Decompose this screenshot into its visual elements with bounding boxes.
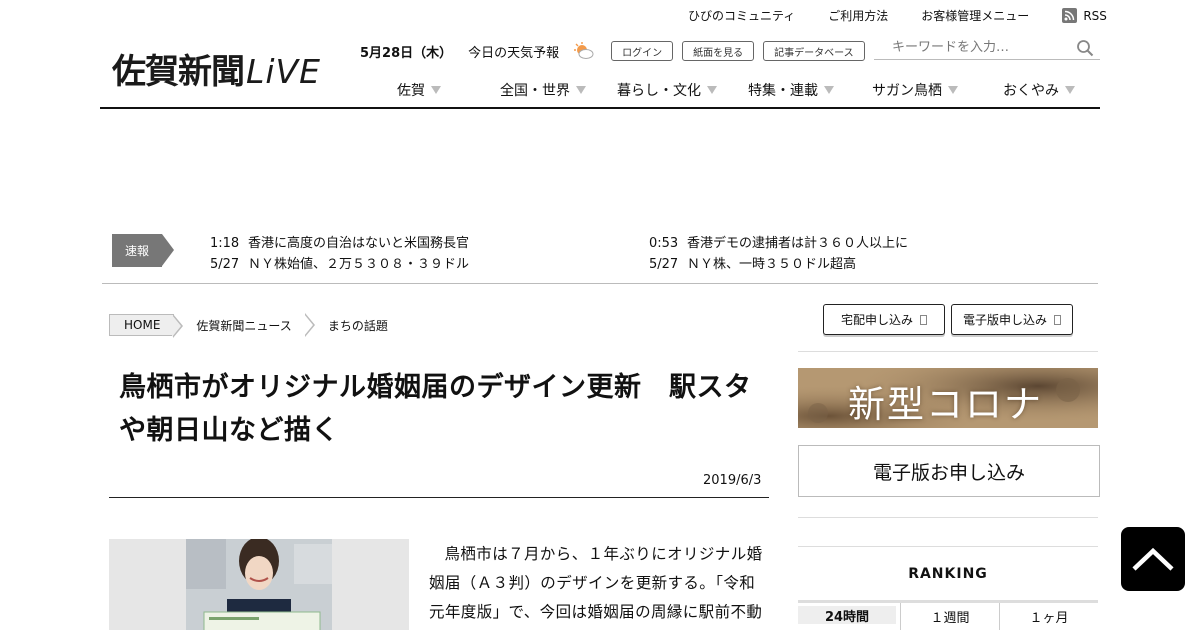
button-label: 電子版申し込み xyxy=(962,313,1047,327)
rss-icon xyxy=(1062,8,1078,23)
ranking-tabs: 24時間 １週間 １ヶ月 xyxy=(798,600,1098,630)
document-icon xyxy=(1054,314,1061,325)
breadcrumb: HOME 佐賀新聞ニュース まちの話題 xyxy=(109,313,402,338)
section-divider xyxy=(102,283,1098,284)
article-date: 2019/6/3 xyxy=(703,473,762,488)
current-date: 5月28日（木） xyxy=(360,45,453,61)
sidebar-divider xyxy=(798,546,1098,547)
article-divider xyxy=(109,497,769,498)
chevron-right-icon xyxy=(172,314,184,338)
sidebar-divider xyxy=(798,351,1098,352)
breaking-time: 5/27 xyxy=(210,257,240,272)
usage-link[interactable]: ご利用方法 xyxy=(828,7,888,24)
breaking-badge: 速報 xyxy=(112,234,174,267)
rss-link[interactable]: RSS xyxy=(1062,8,1107,23)
nav-item-obituary[interactable]: おくやみ xyxy=(1003,80,1075,100)
breaking-item[interactable]: 5/27 ＮＹ株始値、２万５３０８・３９ドル xyxy=(210,254,469,275)
breaking-text: ＮＹ株始値、２万５３０８・３９ドル xyxy=(248,257,470,272)
breadcrumb-news[interactable]: 佐賀新聞ニュース xyxy=(174,313,315,337)
digital-apply-button[interactable]: 電子版お申し込み xyxy=(798,445,1100,497)
date-row: 5月28日（木） 今日の天気予報 ログイン 紙面を見る 記事データベース xyxy=(360,41,874,61)
nav-label: 特集・連載 xyxy=(748,83,818,99)
nav-item-world[interactable]: 全国・世界 xyxy=(500,80,586,100)
breaking-text: 香港に高度の自治はないと米国務長官 xyxy=(248,236,470,251)
article-title: 鳥栖市がオリジナル婚姻届のデザイン更新 駅スタや朝日山など描く xyxy=(119,372,752,446)
logo-live: LiVE xyxy=(246,52,321,91)
tab-month[interactable]: １ヶ月 xyxy=(999,603,1098,630)
weather-icon xyxy=(573,41,595,61)
logo-text: 佐賀新聞 xyxy=(112,52,245,92)
breaking-item[interactable]: 5/27 ＮＹ株、一時３５０ドル超高 xyxy=(649,254,908,275)
article-database-button[interactable]: 記事データベース xyxy=(763,41,865,61)
breaking-list-right: 0:53 香港デモの逮捕者は計３６０人以上に 5/27 ＮＹ株、一時３５０ドル超高 xyxy=(649,233,908,275)
breaking-time: 5/27 xyxy=(649,257,679,272)
nav-label: 暮らし・文化 xyxy=(617,83,701,99)
digital-subscription-button[interactable]: 電子版申し込み xyxy=(951,304,1073,335)
chevron-right-icon xyxy=(303,313,315,337)
article-body: 鳥栖市は７月から、１年ぶりにオリジナル婚姻届（Ａ３判）のデザインを更新する。「令… xyxy=(429,545,763,621)
search-input[interactable] xyxy=(874,40,1076,55)
breaking-time: 1:18 xyxy=(210,236,240,251)
back-to-top-button[interactable] xyxy=(1121,527,1185,591)
triangle-down-icon xyxy=(707,86,717,94)
tab-week[interactable]: １週間 xyxy=(900,603,999,630)
nav-item-features[interactable]: 特集・連載 xyxy=(748,80,834,100)
header-divider xyxy=(100,107,1100,109)
breaking-text: ＮＹ株、一時３５０ドル超高 xyxy=(687,257,857,272)
nav-label: 佐賀 xyxy=(397,83,425,99)
breadcrumb-label: 佐賀新聞ニュース xyxy=(196,318,292,333)
triangle-down-icon xyxy=(576,86,586,94)
breaking-label: 速報 xyxy=(112,234,162,267)
breaking-item[interactable]: 0:53 香港デモの逮捕者は計３６０人以上に xyxy=(649,233,908,254)
breadcrumb-label: まちの話題 xyxy=(327,318,388,333)
nav-label: おくやみ xyxy=(1003,83,1059,99)
rss-label: RSS xyxy=(1083,8,1107,23)
tab-24h[interactable]: 24時間 xyxy=(798,606,896,625)
chevron-up-icon xyxy=(1131,546,1175,572)
breaking-text: 香港デモの逮捕者は計３６０人以上に xyxy=(687,236,909,251)
account-menu-link[interactable]: お客様管理メニュー xyxy=(921,7,1029,24)
search-icon[interactable] xyxy=(1076,39,1094,57)
main-nav: 佐賀 全国・世界 暮らし・文化 特集・連載 サガン鳥栖 おくやみ xyxy=(380,80,1100,100)
button-label: 宅配申し込み xyxy=(840,313,913,327)
triangle-down-icon xyxy=(824,86,834,94)
nav-item-saga[interactable]: 佐賀 xyxy=(397,80,441,100)
utility-bar: ひびのコミュニティ ご利用方法 お客様管理メニュー RSS xyxy=(688,7,1107,24)
community-link[interactable]: ひびのコミュニティ xyxy=(688,7,795,24)
home-delivery-button[interactable]: 宅配申し込み xyxy=(823,304,945,335)
search-box xyxy=(874,36,1100,60)
breaking-list-left: 1:18 香港に高度の自治はないと米国務長官 5/27 ＮＹ株始値、２万５３０８・３… xyxy=(210,233,469,275)
site-logo[interactable]: 佐賀新聞 LiVE xyxy=(112,44,321,93)
login-button[interactable]: ログイン xyxy=(611,41,674,61)
weather-link[interactable]: 今日の天気予報 xyxy=(468,42,559,61)
breaking-time: 0:53 xyxy=(649,236,679,251)
arrow-icon xyxy=(162,234,174,266)
nav-item-sagan-tosu[interactable]: サガン鳥栖 xyxy=(872,80,958,100)
breadcrumb-label: HOME xyxy=(124,318,161,332)
view-paper-button[interactable]: 紙面を見る xyxy=(682,41,755,61)
nav-item-culture[interactable]: 暮らし・文化 xyxy=(617,80,717,100)
article-photo[interactable] xyxy=(109,539,409,630)
triangle-down-icon xyxy=(1065,86,1075,94)
breadcrumb-current: まちの話題 xyxy=(306,314,402,336)
corona-banner[interactable]: 新型コロナ xyxy=(798,368,1098,428)
ranking-heading: RANKING xyxy=(908,566,988,582)
sidebar-divider xyxy=(798,517,1098,518)
corona-banner-text: 新型コロナ xyxy=(848,383,1043,426)
nav-label: サガン鳥栖 xyxy=(872,83,942,99)
breadcrumb-home[interactable]: HOME xyxy=(109,314,184,338)
triangle-down-icon xyxy=(431,86,441,94)
document-icon xyxy=(920,314,927,325)
triangle-down-icon xyxy=(948,86,958,94)
nav-label: 全国・世界 xyxy=(500,83,570,99)
breaking-item[interactable]: 1:18 香港に高度の自治はないと米国務長官 xyxy=(210,233,469,254)
